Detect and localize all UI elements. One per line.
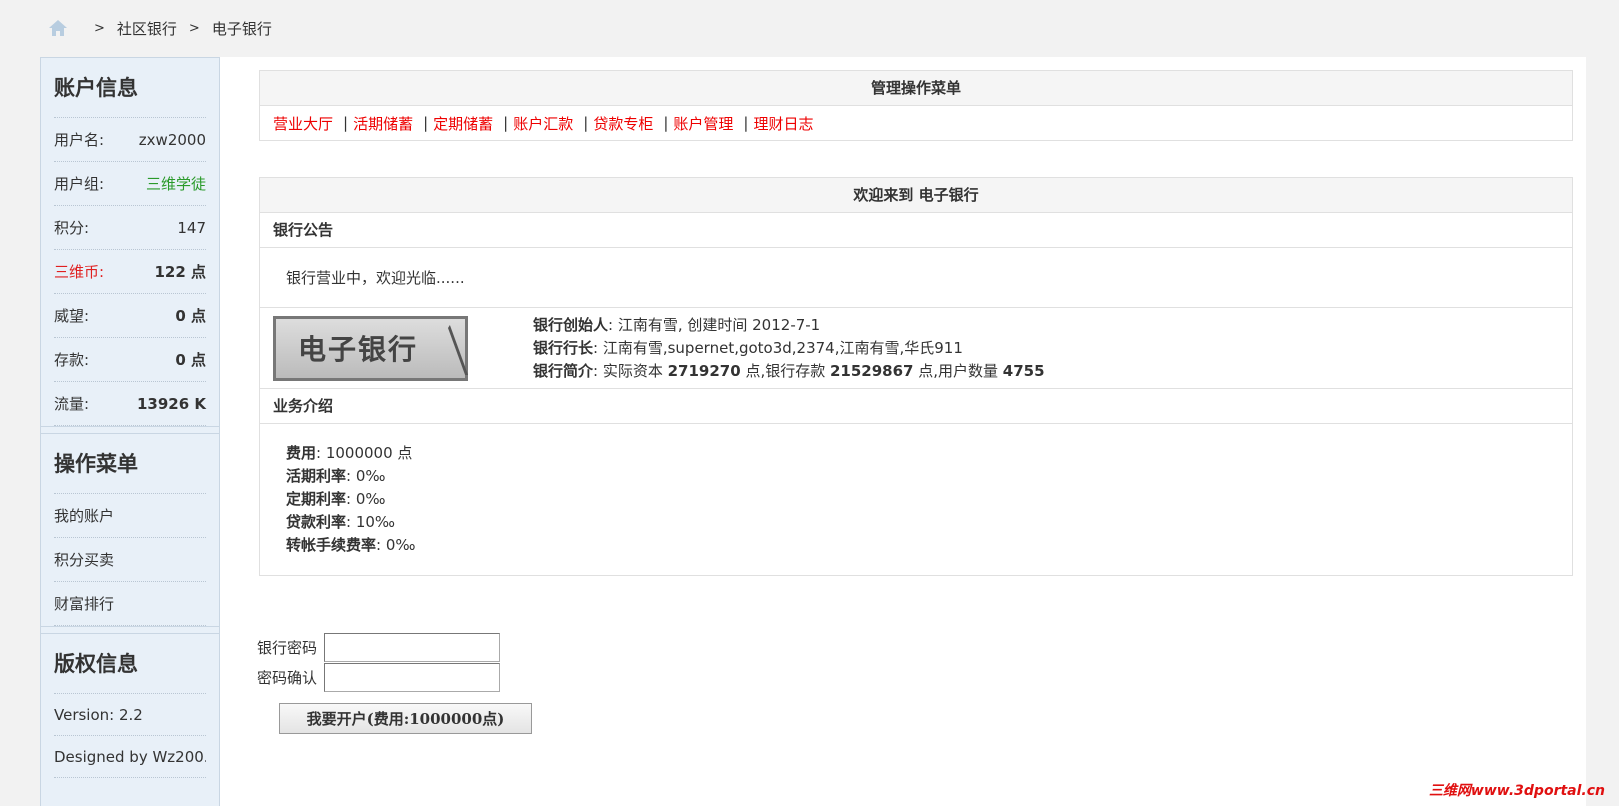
admin-menu-links: 营业大厅 | 活期储蓄 | 定期储蓄 | 账户汇款 | 贷款专柜 | 账户管理 | 理财日志: [273, 113, 814, 134]
biz-details: 费用: 1000000 点 活期利率: 0‰ 定期利率: 0‰ 贷款利率: 10…: [286, 444, 416, 554]
open-account-button[interactable]: 我要开户(费用:1000000点): [279, 703, 532, 734]
welcome-panel: 欢迎来到 电子银行 银行公告 银行营业中，欢迎光临...... 电子银行 银行创…: [259, 177, 1573, 576]
sidebar: 账户信息 用户名: zxw2000 用户组: 三维学徒 积分: 147 三维币: 122…: [40, 57, 220, 806]
password-confirm-input[interactable]: [324, 662, 500, 692]
bank-info: 电子银行 银行创始人: 江南有雪, 创建时间 2012-7-1 银行行长: 江南…: [260, 308, 1572, 389]
menu-loans[interactable]: 贷款专柜: [593, 113, 653, 134]
admin-menu-title: 管理操作菜单: [260, 71, 1572, 106]
bank-password-input[interactable]: [324, 632, 500, 662]
version-text: Version: 2.2: [54, 694, 206, 736]
copyright-title: 版权信息: [54, 634, 206, 694]
menu-fixed-savings[interactable]: 定期储蓄: [433, 113, 493, 134]
notice-text: 银行营业中，欢迎光临......: [260, 248, 1572, 308]
breadcrumb-community-bank[interactable]: 社区银行: [117, 18, 177, 39]
account-row-username: 用户名: zxw2000: [54, 118, 206, 162]
welcome-title: 欢迎来到 电子银行: [260, 178, 1572, 213]
account-row-traffic: 流量: 13926 K: [54, 382, 206, 426]
bank-details: 银行创始人: 江南有雪, 创建时间 2012-7-1 银行行长: 江南有雪,su…: [533, 315, 1045, 380]
password-label: 银行密码: [257, 638, 318, 657]
notice-title: 银行公告: [260, 213, 1572, 248]
main-content: 管理操作菜单 营业大厅 | 活期储蓄 | 定期储蓄 | 账户汇款 | 贷款专柜 | 账户管…: [220, 57, 1586, 806]
menu-account-manage[interactable]: 账户管理: [673, 113, 733, 134]
menu-hall[interactable]: 营业大厅: [273, 113, 333, 134]
admin-menu-panel: 管理操作菜单 营业大厅 | 活期储蓄 | 定期储蓄 | 账户汇款 | 贷款专柜 | 账户管…: [259, 70, 1573, 141]
watermark: 三维网www.3dportal.cn: [1428, 783, 1605, 799]
ops-menu-title: 操作菜单: [54, 434, 206, 494]
menu-demand-savings[interactable]: 活期储蓄: [353, 113, 413, 134]
breadcrumb-e-bank[interactable]: 电子银行: [212, 18, 272, 39]
account-row-deposit: 存款: 0 点: [54, 338, 206, 382]
confirm-label: 密码确认: [257, 668, 318, 687]
designer-text: Designed by Wz200...: [54, 736, 206, 778]
home-icon[interactable]: [48, 19, 68, 37]
sidebar-item-wealth-rank[interactable]: 财富排行: [54, 582, 206, 626]
breadcrumb-separator: >: [188, 20, 200, 36]
open-account-form: 银行密码 密码确认: [257, 632, 500, 692]
menu-remittance[interactable]: 账户汇款: [513, 113, 573, 134]
menu-finance-log[interactable]: 理财日志: [753, 113, 813, 134]
account-row-prestige: 威望: 0 点: [54, 294, 206, 338]
sidebar-item-my-account[interactable]: 我的账户: [54, 494, 206, 538]
account-info-title: 账户信息: [54, 58, 206, 118]
breadcrumb-separator: >: [94, 20, 105, 36]
account-row-coins: 三维币: 122 点: [54, 250, 206, 294]
account-row-usergroup: 用户组: 三维学徒: [54, 162, 206, 206]
account-row-points: 积分: 147: [54, 206, 206, 250]
breadcrumb: > 社区银行 > 电子银行: [48, 17, 272, 39]
sidebar-item-points-trade[interactable]: 积分买卖: [54, 538, 206, 582]
biz-title: 业务介绍: [260, 389, 1572, 424]
bank-logo: 电子银行: [273, 315, 468, 381]
